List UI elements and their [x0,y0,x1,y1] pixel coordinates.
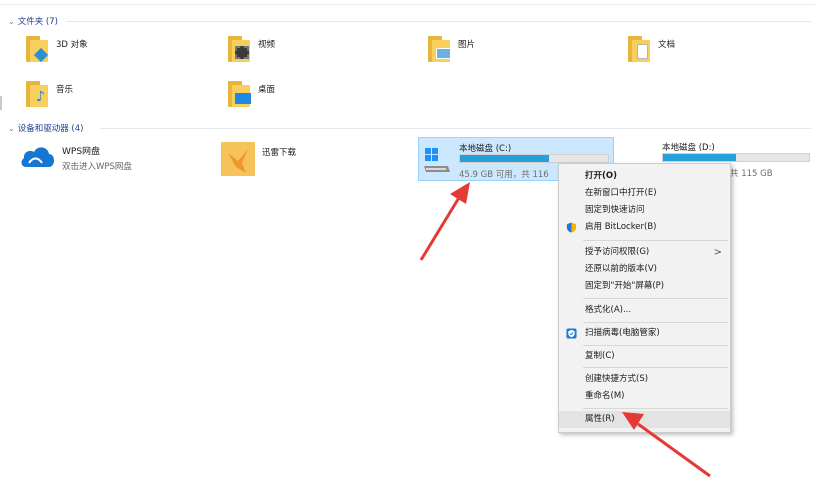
menu-item-format[interactable]: 格式化(A)... [559,302,730,319]
folder-music[interactable]: ♪ 音乐 [24,79,73,109]
menu-separator [583,322,728,323]
menu-item-scan-virus[interactable]: 扫描病毒(电脑管家) [559,325,730,342]
chevron-right-icon: > [713,247,722,258]
top-divider [0,4,815,5]
documents-folder-icon [626,34,652,64]
folder-label: 音乐 [56,85,74,95]
menu-item-bitlocker[interactable]: 启用 BitLocker(B) [559,219,730,236]
drive-d-usage-fill [663,154,736,161]
wps-cloud-drive[interactable]: WPS网盘 双击进入WPS网盘 [20,143,132,172]
xunlei-download-icon [221,142,255,176]
3d-objects-folder-icon [24,34,50,64]
menu-item-rename[interactable]: 重命名(M) [559,388,730,405]
wps-cloud-icon [21,147,55,167]
menu-item-open[interactable]: 打开(O) [559,168,730,185]
devices-group-header[interactable]: ⌄ 设备和驱动器 (4) [8,121,811,135]
folders-group-header[interactable]: ⌄ 文件夹 (7) [8,14,811,28]
group-divider [100,128,811,129]
menu-separator [583,367,728,368]
wps-name: WPS网盘 [62,147,101,157]
drive-d-free-space: 共 115 GB [730,169,773,179]
wps-subtitle: 双击进入WPS网盘 [62,162,132,172]
video-folder-icon [226,34,252,64]
folder-documents[interactable]: 文档 [626,34,675,64]
drive-c-usage-bar [459,154,609,163]
tencent-pc-manager-icon [566,328,577,339]
drive-c-free-space: 45.9 GB 可用，共 116 [459,170,549,180]
folder-label: 文档 [658,40,676,50]
xunlei-label: 迅雷下载 [262,148,297,158]
menu-item-create-shortcut[interactable]: 创建快捷方式(S) [559,371,730,388]
folder-videos[interactable]: 视频 [226,34,275,64]
folder-label: 图片 [458,40,476,50]
folder-3d-objects[interactable]: 3D 对象 [24,34,88,64]
shield-icon [566,222,577,233]
windows-drive-icon [424,148,450,172]
menu-item-pin-quick-access[interactable]: 固定到快速访问 [559,202,730,219]
chevron-down-icon[interactable]: ⌄ [8,17,15,26]
menu-item-restore-versions[interactable]: 还原以前的版本(V) [559,261,730,278]
folder-label: 桌面 [258,85,276,95]
drive-d-name: 本地磁盘 (D:) [662,143,715,153]
menu-separator [583,345,728,346]
menu-item-open-new-window[interactable]: 在新窗口中打开(E) [559,185,730,202]
folder-desktop[interactable]: 桌面 [226,79,275,109]
menu-item-grant-access[interactable]: 授予访问权限(G) > [559,244,730,261]
annotation-arrow-drive [419,182,470,261]
folders-group-title: 文件夹 (7) [17,17,58,27]
group-divider [66,21,811,22]
folder-label: 3D 对象 [56,40,88,50]
menu-separator [583,298,728,299]
menu-item-properties[interactable]: 属性(R) [559,411,730,428]
drive-c-usage-fill [460,155,549,162]
xunlei-download[interactable]: 迅雷下载 [220,141,296,177]
drive-c-name: 本地磁盘 (C:) [459,144,512,154]
drive-d-usage-bar [662,153,810,162]
music-folder-icon: ♪ [24,79,50,109]
left-scroll-marker [0,96,2,110]
menu-separator [583,408,728,409]
menu-item-copy[interactable]: 复制(C) [559,348,730,365]
chevron-down-icon[interactable]: ⌄ [8,124,15,133]
menu-separator [583,240,728,241]
desktop-folder-icon [226,79,252,109]
pictures-folder-icon [426,34,452,64]
folder-label: 视频 [258,40,276,50]
devices-group-title: 设备和驱动器 (4) [17,124,84,134]
menu-item-pin-start[interactable]: 固定到"开始"屏幕(P) [559,278,730,295]
folder-pictures[interactable]: 图片 [426,34,475,64]
context-menu: 打开(O) 在新窗口中打开(E) 固定到快速访问 启用 BitLocker(B)… [558,163,731,433]
